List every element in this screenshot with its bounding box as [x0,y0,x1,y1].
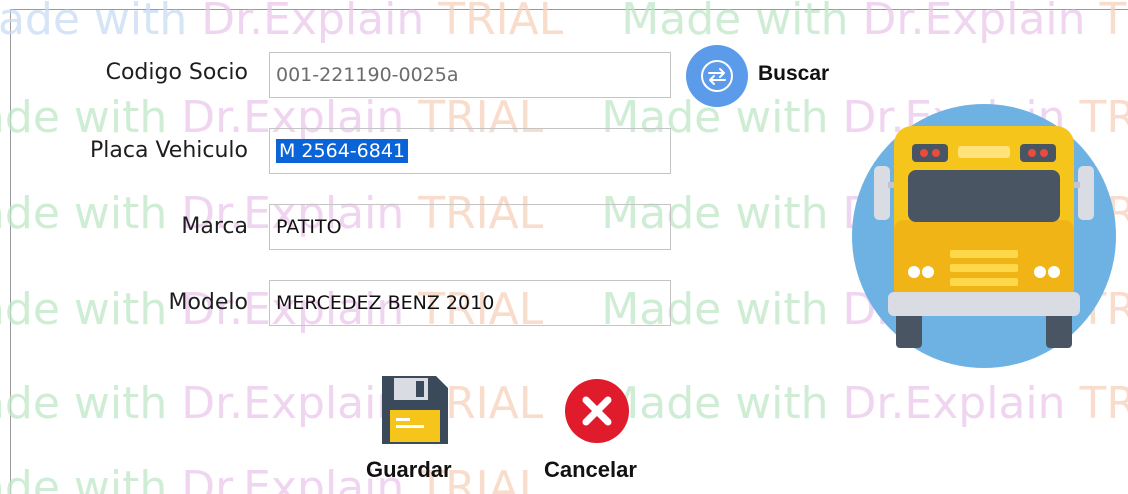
watermark-text: Dr.Explain [201,0,425,45]
modelo-value: MERCEDEZ BENZ 2010 [276,292,495,314]
search-button[interactable] [686,45,748,107]
codigo-socio-label: Codigo Socio [105,60,248,85]
floppy-disk-icon[interactable] [380,374,450,446]
school-bus-icon [852,104,1116,368]
watermark-text: TRIAL [424,0,564,45]
codigo-socio-input[interactable]: 001-221190-0025a [269,52,671,98]
codigo-socio-value: 001-221190-0025a [276,64,459,86]
search-button-label[interactable]: Buscar [758,62,829,86]
watermark-text: Made with [0,0,188,45]
watermark-text: Made with [0,378,168,429]
modelo-label: Modelo [168,290,248,315]
modelo-input[interactable]: MERCEDEZ BENZ 2010 [269,280,671,326]
watermark-text: Made with [621,0,863,45]
marca-value: PATITO [276,216,342,238]
watermark-text: Made with [0,462,168,494]
watermark-row: Made with Dr.Explain TRIAL Made with Dr.… [0,0,1128,45]
watermark-text: Made with [601,378,843,429]
x-circle-icon[interactable] [564,378,630,444]
watermark-text: TRIAL [1099,0,1128,45]
placa-vehiculo-label: Placa Vehiculo [90,138,248,163]
window-border-top [10,9,1128,10]
watermark-text: Dr.Explain [862,0,1086,45]
watermark-row: Made with Dr.Explain TRIAL [0,462,543,494]
marca-label: Marca [181,214,248,239]
watermark-text: TRIAL [1079,378,1128,429]
placa-vehiculo-value: M 2564-6841 [276,139,408,163]
watermark-text: Dr.Explain [842,378,1066,429]
watermark-text: Made with [0,92,168,143]
form-window: Made with Dr.Explain TRIAL Made with Dr.… [0,0,1128,494]
placa-vehiculo-input[interactable]: M 2564-6841 [269,128,671,174]
marca-input[interactable]: PATITO [269,204,671,250]
swap-arrows-icon [701,60,733,92]
save-button-label[interactable]: Guardar [366,457,452,483]
cancel-button-label[interactable]: Cancelar [544,457,637,483]
watermark-text: Dr.Explain [181,378,405,429]
